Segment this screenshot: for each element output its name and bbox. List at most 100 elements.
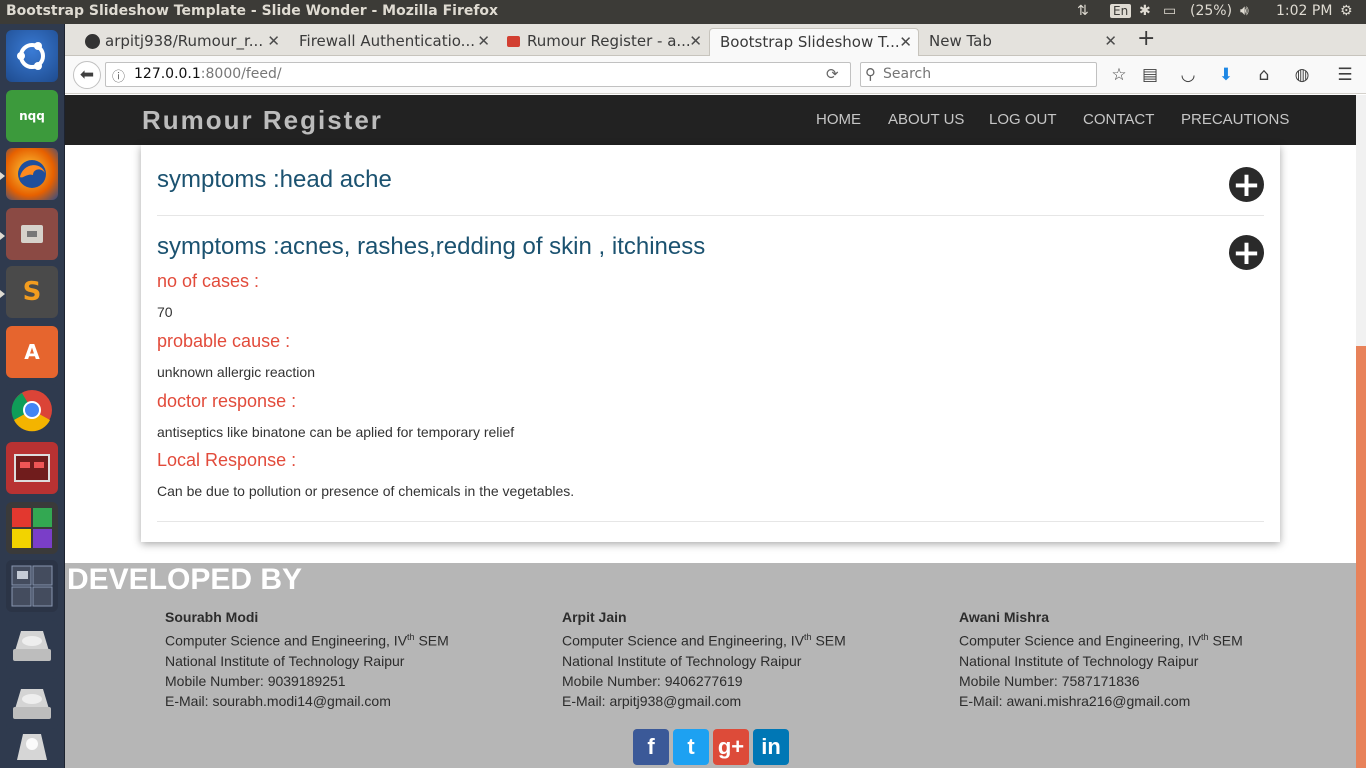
facebook-icon[interactable]: f xyxy=(633,729,669,765)
sync-icon[interactable]: ◍ xyxy=(1290,64,1314,86)
trash-icon[interactable] xyxy=(6,728,58,764)
close-icon[interactable]: ✕ xyxy=(899,33,912,51)
field-value-local-response: Can be due to pollution or presence of c… xyxy=(157,483,575,499)
reload-icon[interactable]: ⟳ xyxy=(826,65,839,83)
feed-card: symptoms :head ache + symptoms :acnes, r… xyxy=(141,145,1280,542)
bluetooth-icon[interactable]: ✱ xyxy=(1139,3,1151,19)
reading-list-icon[interactable]: ▤ xyxy=(1138,64,1162,86)
developer-card: Sourabh Modi Computer Science and Engine… xyxy=(165,607,449,711)
divider xyxy=(157,215,1264,216)
firefox-icon[interactable] xyxy=(6,148,58,200)
clock[interactable]: 1:02 PM xyxy=(1276,3,1332,19)
back-arrow-icon: ⬅ xyxy=(79,65,95,85)
linkedin-icon[interactable]: in xyxy=(753,729,789,765)
footer-title: DEVELOPED BY xyxy=(67,563,303,596)
search-icon: ⚲ xyxy=(865,65,876,83)
home-icon[interactable]: ⌂ xyxy=(1252,64,1276,86)
field-value-cases: 70 xyxy=(157,304,173,320)
download-icon[interactable]: ⬇ xyxy=(1214,64,1238,86)
close-icon[interactable]: ✕ xyxy=(689,32,702,50)
launcher: nqq S A xyxy=(0,24,65,768)
field-label-cases: no of cases : xyxy=(157,271,260,291)
developer-dept: Computer Science and Engineering, IVth S… xyxy=(959,632,1243,649)
tab-new-tab[interactable]: New Tab ✕ xyxy=(923,28,1123,56)
workspace-app-icon[interactable] xyxy=(6,442,58,494)
info-icon[interactable]: ⓘ xyxy=(112,66,125,85)
battery-icon[interactable]: ▭ xyxy=(1163,3,1176,19)
plus-icon: + xyxy=(1137,26,1156,51)
url-bar[interactable]: ⓘ 127.0.0.1:8000/feed/ ⟳ xyxy=(105,62,851,87)
web-page: Rumour Register HOME ABOUT US LOG OUT CO… xyxy=(65,95,1356,768)
developer-card: Arpit Jain Computer Science and Engineer… xyxy=(562,607,846,711)
pocket-icon[interactable]: ◡ xyxy=(1176,64,1200,86)
nav-contact[interactable]: CONTACT xyxy=(1083,111,1154,128)
nqq-notepad-icon[interactable]: nqq xyxy=(6,90,58,142)
workspaces-icon[interactable] xyxy=(6,560,58,612)
volume-icon[interactable]: 🔊︎ xyxy=(1240,3,1249,19)
drive-icon[interactable] xyxy=(6,620,58,672)
software-center-icon[interactable]: A xyxy=(6,326,58,378)
field-label-cause: probable cause : xyxy=(157,331,291,351)
expand-plus-icon[interactable]: + xyxy=(1229,167,1264,202)
developer-mobile: Mobile Number: 9039189251 xyxy=(165,672,346,689)
developer-college: National Institute of Technology Raipur xyxy=(959,652,1199,669)
tab-rumour-register[interactable]: Rumour Register - a... ✕ xyxy=(503,28,708,56)
developer-card: Awani Mishra Computer Science and Engine… xyxy=(959,607,1243,711)
developer-dept: Computer Science and Engineering, IVth S… xyxy=(562,632,846,649)
network-icon[interactable]: ⇅ xyxy=(1077,3,1089,19)
window-title: Bootstrap Slideshow Template - Slide Won… xyxy=(6,3,499,19)
tab-firewall[interactable]: Firewall Authenticatio... ✕ xyxy=(291,28,496,56)
libreoffice-icon[interactable] xyxy=(6,502,58,554)
new-tab-button[interactable]: + xyxy=(1137,26,1161,54)
tab-bootstrap-slideshow[interactable]: Bootstrap Slideshow T... ✕ xyxy=(709,28,919,56)
symptom-title-expanded[interactable]: symptoms :acnes, rashes,redding of skin … xyxy=(157,233,705,261)
github-icon xyxy=(85,34,100,49)
menu-icon[interactable]: ☰ xyxy=(1333,64,1357,86)
field-value-doctor-response: antiseptics like binatone can be aplied … xyxy=(157,424,515,440)
developer-email: E-Mail: awani.mishra216@gmail.com xyxy=(959,692,1191,709)
developer-dept: Computer Science and Engineering, IVth S… xyxy=(165,632,449,649)
sublime-text-icon[interactable]: S xyxy=(6,266,58,318)
field-label-local-response: Local Response : xyxy=(157,450,297,470)
footer: DEVELOPED BY Sourabh Modi Computer Scien… xyxy=(65,563,1356,768)
gear-icon[interactable]: ⚙ xyxy=(1340,3,1353,19)
developer-college: National Institute of Technology Raipur xyxy=(562,652,802,669)
symptom-title-collapsed[interactable]: symptoms :head ache xyxy=(157,166,392,194)
close-icon[interactable]: ✕ xyxy=(477,32,490,50)
chrome-icon[interactable] xyxy=(6,384,58,436)
tab-strip: arpitj938/Rumour_r... ✕ Firewall Authent… xyxy=(65,24,1366,56)
developer-mobile: Mobile Number: 9406277619 xyxy=(562,672,743,689)
field-label-doctor-response: doctor response : xyxy=(157,391,297,411)
ubuntu-dash-icon[interactable] xyxy=(6,30,58,82)
back-button[interactable]: ⬅ xyxy=(73,61,101,89)
nav-log-out[interactable]: LOG OUT xyxy=(989,111,1057,128)
nav-about-us[interactable]: ABOUT US xyxy=(888,111,964,128)
page-scrollbar-thumb[interactable] xyxy=(1356,346,1366,768)
search-input[interactable] xyxy=(883,66,1083,82)
site-navbar: Rumour Register HOME ABOUT US LOG OUT CO… xyxy=(65,95,1356,145)
bookmark-star-icon[interactable]: ☆ xyxy=(1107,64,1131,86)
developer-name: Awani Mishra xyxy=(959,609,1049,625)
close-icon[interactable]: ✕ xyxy=(1104,32,1117,50)
twitter-icon[interactable]: t xyxy=(673,729,709,765)
nav-home[interactable]: HOME xyxy=(816,111,861,128)
expand-plus-icon[interactable]: + xyxy=(1229,235,1264,270)
site-brand[interactable]: Rumour Register xyxy=(142,105,383,136)
system-top-bar: Bootstrap Slideshow Template - Slide Won… xyxy=(0,0,1366,24)
tab-github[interactable]: arpitj938/Rumour_r... ✕ xyxy=(81,28,286,56)
developer-name: Arpit Jain xyxy=(562,609,627,625)
keyboard-layout-indicator[interactable]: En xyxy=(1110,4,1132,18)
close-icon[interactable]: ✕ xyxy=(267,32,280,50)
developer-email: E-Mail: sourabh.modi14@gmail.com xyxy=(165,692,391,709)
files-icon[interactable] xyxy=(6,208,58,260)
divider xyxy=(157,521,1264,522)
url-text[interactable]: 127.0.0.1:8000/feed/ xyxy=(134,66,282,82)
drive-icon[interactable] xyxy=(6,678,58,730)
developer-name: Sourabh Modi xyxy=(165,609,259,625)
search-box[interactable]: ⚲ xyxy=(860,62,1097,87)
google-plus-icon[interactable]: g+ xyxy=(713,729,749,765)
battery-percentage[interactable]: (25%) xyxy=(1190,3,1232,19)
nav-precautions[interactable]: PRECAUTIONS xyxy=(1181,111,1289,128)
navigation-toolbar: ⬅ ⓘ 127.0.0.1:8000/feed/ ⟳ ⚲ ☆ ▤ ◡ ⬇ ⌂ ◍… xyxy=(65,56,1366,94)
developer-college: National Institute of Technology Raipur xyxy=(165,652,405,669)
